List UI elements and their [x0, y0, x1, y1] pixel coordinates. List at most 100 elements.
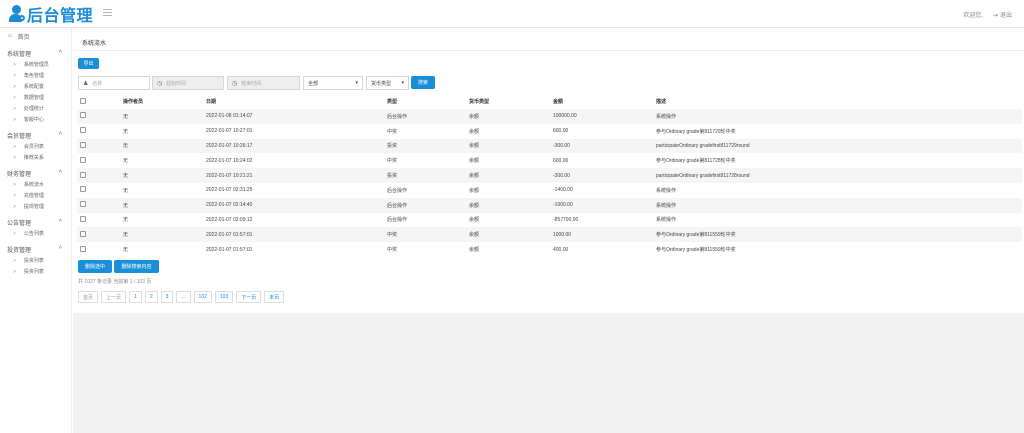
pager-item[interactable]: 2	[144, 291, 158, 303]
sidebar-group[interactable]: 投资管理 ^	[0, 243, 71, 255]
sidebar-item[interactable]: > 处理统计	[0, 103, 71, 114]
type-select[interactable]: 全部 ▾	[303, 76, 363, 90]
table-row[interactable]: 无 2022-01-07 10:24:02 中奖 余额 600.00 参与Ordinary…	[77, 153, 1022, 168]
page-title: 系统流水	[82, 41, 107, 47]
sidebar-item[interactable]: > 充值管理	[0, 190, 71, 201]
sidebar-item-label: 系统流水	[23, 182, 44, 188]
cell-desc: 参与Ordinary grade第811729轮中奖	[656, 128, 736, 135]
column-header[interactable]: 货币类型	[469, 94, 553, 109]
sidebar-group[interactable]: 系统管理 ^	[0, 47, 71, 59]
sidebar-item[interactable]: > 系统配置	[0, 81, 71, 92]
cell-amount: -1000.00	[553, 202, 573, 209]
row-checkbox[interactable]	[80, 127, 86, 134]
cell-type: 后台操作	[387, 217, 408, 224]
end-time-input[interactable]: ◷ 结束时间	[227, 76, 300, 90]
row-checkbox[interactable]	[80, 171, 86, 178]
sidebar-group[interactable]: 公告管理 ^	[0, 216, 71, 228]
pager-item[interactable]: ...	[176, 291, 191, 303]
table-row[interactable]: 无 2022-01-07 10:21:21 投资 余额 -300.00 participa…	[77, 168, 1022, 183]
row-checkbox[interactable]	[80, 141, 86, 148]
sidebar-item-label: 公告列表	[23, 231, 44, 237]
table-row[interactable]: 无 2022-01-07 02:09:12 后台操作 余额 -857700.00 系统操作	[77, 213, 1022, 228]
sidebar-item[interactable]: > 系统管理员	[0, 59, 71, 70]
sidebar-item[interactable]: > 推荐关系	[0, 152, 71, 163]
cell-amount: -1400.00	[553, 187, 573, 194]
row-checkbox[interactable]	[80, 215, 86, 222]
search-button[interactable]: 搜索	[411, 76, 435, 89]
sidebar-item[interactable]: > 提现管理	[0, 201, 71, 212]
row-checkbox[interactable]	[80, 201, 86, 208]
name-filter-input[interactable]: ♟ 名称	[78, 76, 150, 90]
pager-item[interactable]: 下一页	[236, 291, 262, 303]
pager-item[interactable]: 3	[160, 291, 174, 303]
table-row[interactable]: 无 2022-01-07 02:31:25 后台操作 余额 -1400.00 系统操作	[77, 183, 1022, 198]
home-icon: ⌂	[8, 33, 12, 39]
row-checkbox[interactable]	[80, 156, 86, 163]
pager-item[interactable]: 1	[129, 291, 142, 303]
sidebar-item[interactable]: > 客服中心	[0, 114, 71, 125]
row-checkbox[interactable]	[80, 112, 86, 119]
cell-currency: 余额	[469, 232, 480, 239]
sidebar-item[interactable]: > 数据管理	[0, 92, 71, 103]
column-header[interactable]: 操作者员	[123, 94, 206, 109]
pager-item[interactable]: 102	[193, 291, 212, 303]
sidebar-item-label: 首页	[17, 34, 30, 41]
currency-select[interactable]: 货币类型 ▾	[366, 76, 409, 90]
start-time-input[interactable]: ◷ 起始时间	[152, 76, 224, 90]
sidebar-group[interactable]: 财务管理 ^	[0, 167, 71, 179]
delete-selected-button[interactable]: 删除选中	[78, 260, 112, 273]
export-button[interactable]: 导出	[78, 58, 99, 69]
row-checkbox[interactable]	[80, 186, 86, 193]
table-row[interactable]: 无 2022-01-08 01:14:07 后台操作 余额 100000.00 系统操作	[77, 109, 1022, 124]
chevron-right-icon: >	[13, 61, 16, 68]
table-row[interactable]: 无 2022-01-07 02:14:40 后台操作 余额 -1000.00 系统操作	[77, 197, 1022, 213]
cell-operator: 无	[123, 158, 129, 165]
sidebar-item-label: 充值管理	[23, 193, 44, 199]
transactions-table: 操作者员 日期 类型 货币类型 金额 描述 无 2022-01-08 01:14:…	[77, 94, 1022, 257]
sidebar-item[interactable]: > 角色管理	[0, 70, 71, 81]
caret-down-icon: ▾	[401, 80, 404, 86]
table-row[interactable]: 无 2022-01-07 10:26:17 投资 余额 -300.00 participa…	[77, 138, 1022, 154]
select-all-checkbox[interactable]	[80, 97, 86, 104]
row-checkbox[interactable]	[80, 245, 86, 252]
sidebar-item[interactable]: > 投资列表	[0, 266, 71, 277]
cell-operator: 无	[123, 232, 129, 239]
table-row[interactable]: 无 2022-01-07 01:57:01 中奖 余额 1000.00 参与Ordinar…	[77, 227, 1022, 243]
cell-date: 2022-01-07 10:21:21	[206, 172, 253, 179]
cell-date: 2022-01-07 02:09:12	[206, 216, 253, 223]
delete-search-results-button[interactable]: 删除搜索内容	[114, 260, 159, 273]
welcome-text: 欢迎您,	[963, 13, 983, 19]
logo[interactable]: 后台管理	[9, 4, 93, 25]
row-checkbox[interactable]	[80, 230, 86, 237]
menu-toggle-icon[interactable]	[103, 9, 112, 17]
sidebar-item[interactable]: > 系统流水	[0, 179, 71, 190]
sidebar-item[interactable]: > 投资列表	[0, 255, 71, 266]
column-header[interactable]: 金额	[553, 94, 656, 109]
cell-amount: 1000.00	[553, 231, 572, 238]
table-row[interactable]: 无 2022-01-07 01:57:01 中奖 余额 400.00 参与Ordinary…	[77, 242, 1022, 257]
clock-icon: ◷	[157, 80, 163, 87]
cell-amount: -300.00	[553, 142, 570, 149]
column-header[interactable]: 日期	[206, 94, 387, 109]
sidebar-item[interactable]: > 会员列表	[0, 141, 71, 152]
cell-operator: 无	[123, 187, 129, 194]
cell-amount: -300.00	[553, 172, 570, 179]
cell-date: 2022-01-08 01:14:07	[206, 113, 253, 120]
cell-amount: 600.00	[553, 128, 569, 135]
pager-item[interactable]: 上一页	[101, 291, 127, 303]
column-header[interactable]: 描述	[656, 94, 1022, 109]
pager-item[interactable]: 首页	[78, 291, 99, 303]
sidebar-item-home[interactable]: ⌂ 首页	[0, 29, 71, 43]
chevron-right-icon: >	[13, 143, 16, 150]
pager-item[interactable]: 103	[214, 291, 234, 303]
chevron-right-icon: >	[13, 116, 16, 123]
chevron-right-icon: >	[13, 154, 16, 161]
column-header[interactable]: 类型	[387, 94, 469, 109]
sidebar-group[interactable]: 会员管理 ^	[0, 129, 71, 141]
cell-operator: 无	[123, 143, 129, 150]
table-row[interactable]: 无 2022-01-07 10:27:01 中奖 余额 600.00 参与Ordinary…	[77, 124, 1022, 139]
pager-item[interactable]: 末页	[264, 291, 285, 303]
logout-link[interactable]: 退出	[993, 10, 1012, 19]
sidebar-item[interactable]: > 公告列表	[0, 228, 71, 239]
clock-icon: ◷	[232, 80, 238, 87]
